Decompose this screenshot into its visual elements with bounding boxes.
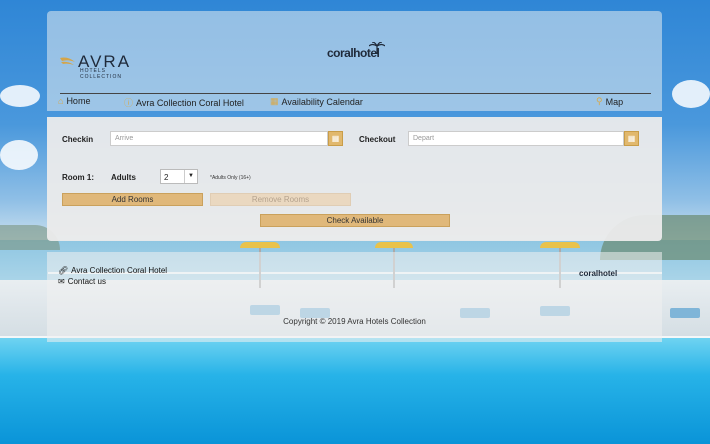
coral-hotel-logo[interactable]: coralhotel <box>327 42 385 60</box>
checkin-label: Checkin <box>62 135 94 144</box>
main-nav: ⌂ Home ⓘ Avra Collection Coral Hotel ▦ A… <box>58 96 653 108</box>
site-footer: 🔗︎ Avra Collection Coral Hotel ✉ Contact… <box>47 252 662 342</box>
footer-coral-text: coralhotel <box>579 269 618 278</box>
checkin-calendar-icon[interactable]: ▦ <box>328 131 343 146</box>
nav-item-label: Avra Collection Coral Hotel <box>136 97 244 108</box>
info-icon: ⓘ <box>124 98 134 108</box>
checkout-label: Checkout <box>359 135 396 144</box>
adults-label: Adults <box>111 173 136 182</box>
envelope-icon: ✉ <box>58 277 65 286</box>
avra-wing-icon <box>60 57 75 65</box>
nav-item-map[interactable]: ⚲ Map <box>596 96 623 107</box>
nav-item-label: Home <box>66 96 91 106</box>
checkin-field[interactable]: Arrive <box>110 131 328 146</box>
adults-select[interactable]: 2 ▼ <box>160 169 198 184</box>
cloud <box>0 85 40 107</box>
avra-logo-subtitle: HOTELS COLLECTION <box>80 68 122 80</box>
palm-icon <box>369 42 385 54</box>
nav-item-label: Map <box>605 96 624 107</box>
adults-value: 2 <box>164 173 169 182</box>
add-rooms-button[interactable]: Add Rooms <box>62 193 203 206</box>
footer-link-label: Avra Collection Coral Hotel <box>71 266 168 275</box>
footer-link-contact[interactable]: ✉ Contact us <box>58 277 106 286</box>
link-icon: 🔗︎ <box>58 266 69 275</box>
cloud <box>0 140 38 170</box>
pool-background <box>0 338 710 444</box>
map-pin-icon: ⚲ <box>596 96 603 106</box>
home-icon: ⌂ <box>58 96 64 106</box>
checkout-calendar-icon[interactable]: ▦ <box>624 131 639 146</box>
lounger <box>670 308 700 318</box>
checkout-field[interactable]: Depart <box>408 131 624 146</box>
nav-item-label: Availability Calendar <box>281 96 363 107</box>
nav-item-hotel[interactable]: ⓘ Avra Collection Coral Hotel <box>124 96 244 109</box>
chevron-down-icon: ▼ <box>184 170 197 183</box>
room-label: Room 1: <box>62 173 94 182</box>
calendar-icon: ▦ <box>270 96 279 106</box>
remove-rooms-button[interactable]: Remove Rooms <box>210 193 351 206</box>
booking-panel: Checkin Arrive ▦ Checkout Depart ▦ Room … <box>47 117 662 241</box>
cloud <box>672 80 710 108</box>
avra-logo[interactable]: AVRA HOTELS COLLECTION <box>60 52 150 80</box>
footer-link-hotel[interactable]: 🔗︎ Avra Collection Coral Hotel <box>58 266 167 275</box>
footer-coral-logo: coralhotel <box>579 269 617 278</box>
nav-divider <box>60 93 651 94</box>
copyright-text: Copyright © 2019 Avra Hotels Collection <box>283 317 426 326</box>
nav-item-home[interactable]: ⌂ Home <box>58 96 90 106</box>
check-available-button[interactable]: Check Available <box>260 214 450 227</box>
adults-note: *Adults Only (16+) <box>210 175 251 181</box>
footer-link-label: Contact us <box>67 277 106 286</box>
nav-item-calendar[interactable]: ▦ Availability Calendar <box>270 96 363 107</box>
